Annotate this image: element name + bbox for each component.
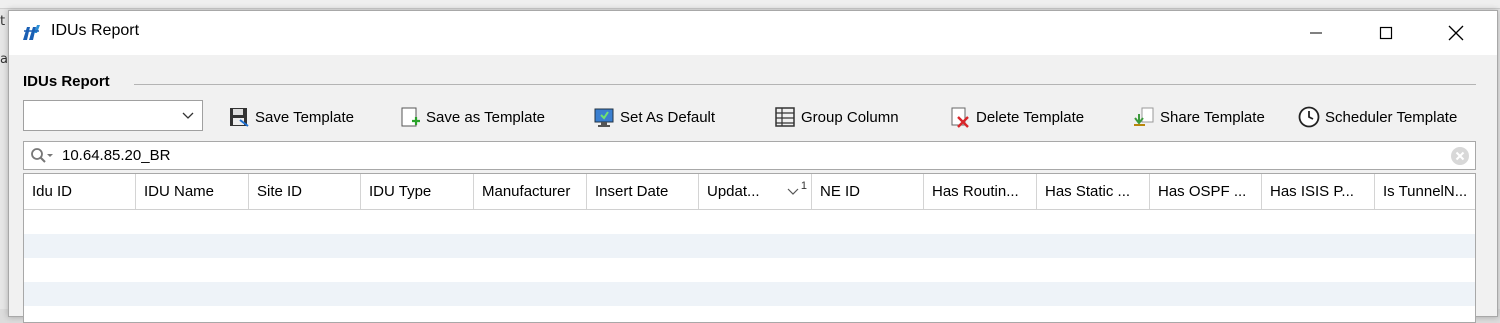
save-as-template-button[interactable]: Save as Template [398,104,545,130]
set-as-default-button[interactable]: Set As Default [592,104,715,130]
delete-template-icon [948,105,972,129]
set-as-default-label: Set As Default [620,108,716,126]
chevron-down-icon [182,112,194,119]
column-header-idu-name[interactable]: IDU Name [136,174,249,209]
column-header-has-isis[interactable]: Has ISIS P... [1262,174,1375,209]
table-row-empty [24,210,1475,234]
column-header-ne-id[interactable]: NE ID [812,174,924,209]
column-header-update-date[interactable]: Updat... 1 [699,174,812,209]
monitor-default-icon [592,105,616,129]
column-header-has-static[interactable]: Has Static ... [1037,174,1150,209]
delete-template-button[interactable]: Delete Template [948,104,1084,130]
sort-order-number: 1 [800,180,807,192]
save-as-template-label: Save as Template [426,108,545,126]
column-header-is-tunnel[interactable]: Is TunnelN... [1375,174,1475,209]
column-header-has-routing[interactable]: Has Routin... [924,174,1037,209]
group-column-icon [773,105,797,129]
search-icon [31,148,53,163]
clear-search-icon [1451,147,1469,165]
group-divider [134,84,1476,85]
app-logo-icon [21,23,41,43]
column-header-idu-id[interactable]: Idu ID [24,174,136,209]
group-column-button[interactable]: Group Column [773,104,899,130]
table-row-empty [24,234,1475,258]
minimize-icon [1310,32,1322,34]
table-row-empty [24,258,1475,282]
report-table[interactable]: Idu ID IDU Name Site ID IDU Type Manufac… [23,173,1476,323]
close-icon [1448,25,1464,41]
close-button[interactable] [1421,11,1491,55]
template-select[interactable] [23,100,203,131]
column-header-update-date-label: Updat... [707,183,760,200]
group-column-label: Group Column [801,108,899,126]
delete-template-label: Delete Template [976,108,1085,126]
idus-report-window: IDUs Report IDUs Report Save Template Sa… [8,10,1498,323]
maximize-icon [1379,26,1393,40]
save-as-icon [398,105,422,129]
sort-descending-icon [787,188,799,195]
share-icon [1132,105,1156,129]
floppy-save-icon [227,105,251,129]
clock-icon [1297,105,1321,129]
maximize-button[interactable] [1351,11,1421,55]
share-template-button[interactable]: Share Template [1132,104,1265,130]
column-header-insert-date[interactable]: Insert Date [587,174,699,209]
save-template-button[interactable]: Save Template [227,104,354,130]
background-text-fragment: a [0,52,8,67]
column-header-manufacturer[interactable]: Manufacturer [474,174,587,209]
minimize-button[interactable] [1281,11,1351,55]
search-field[interactable]: 10.64.85.20_BR [23,141,1476,170]
window-title: IDUs Report [51,22,140,39]
background-toolbar-strip [0,0,1500,9]
column-header-site-id[interactable]: Site ID [249,174,361,209]
share-template-label: Share Template [1160,108,1265,126]
column-header-has-ospf[interactable]: Has OSPF ... [1150,174,1262,209]
search-input[interactable]: 10.64.85.20_BR [62,147,170,164]
column-header-idu-type[interactable]: IDU Type [361,174,474,209]
scheduler-template-label: Scheduler Template [1325,108,1458,126]
background-text-fragment: t [0,14,6,29]
scheduler-template-button[interactable]: Scheduler Template [1297,104,1457,130]
save-template-label: Save Template [255,108,354,126]
title-bar[interactable]: IDUs Report [9,11,1497,55]
sort-indicator: 1 [787,174,807,209]
table-row-empty [24,282,1475,306]
table-header: Idu ID IDU Name Site ID IDU Type Manufac… [24,174,1475,210]
group-title: IDUs Report [23,73,110,90]
